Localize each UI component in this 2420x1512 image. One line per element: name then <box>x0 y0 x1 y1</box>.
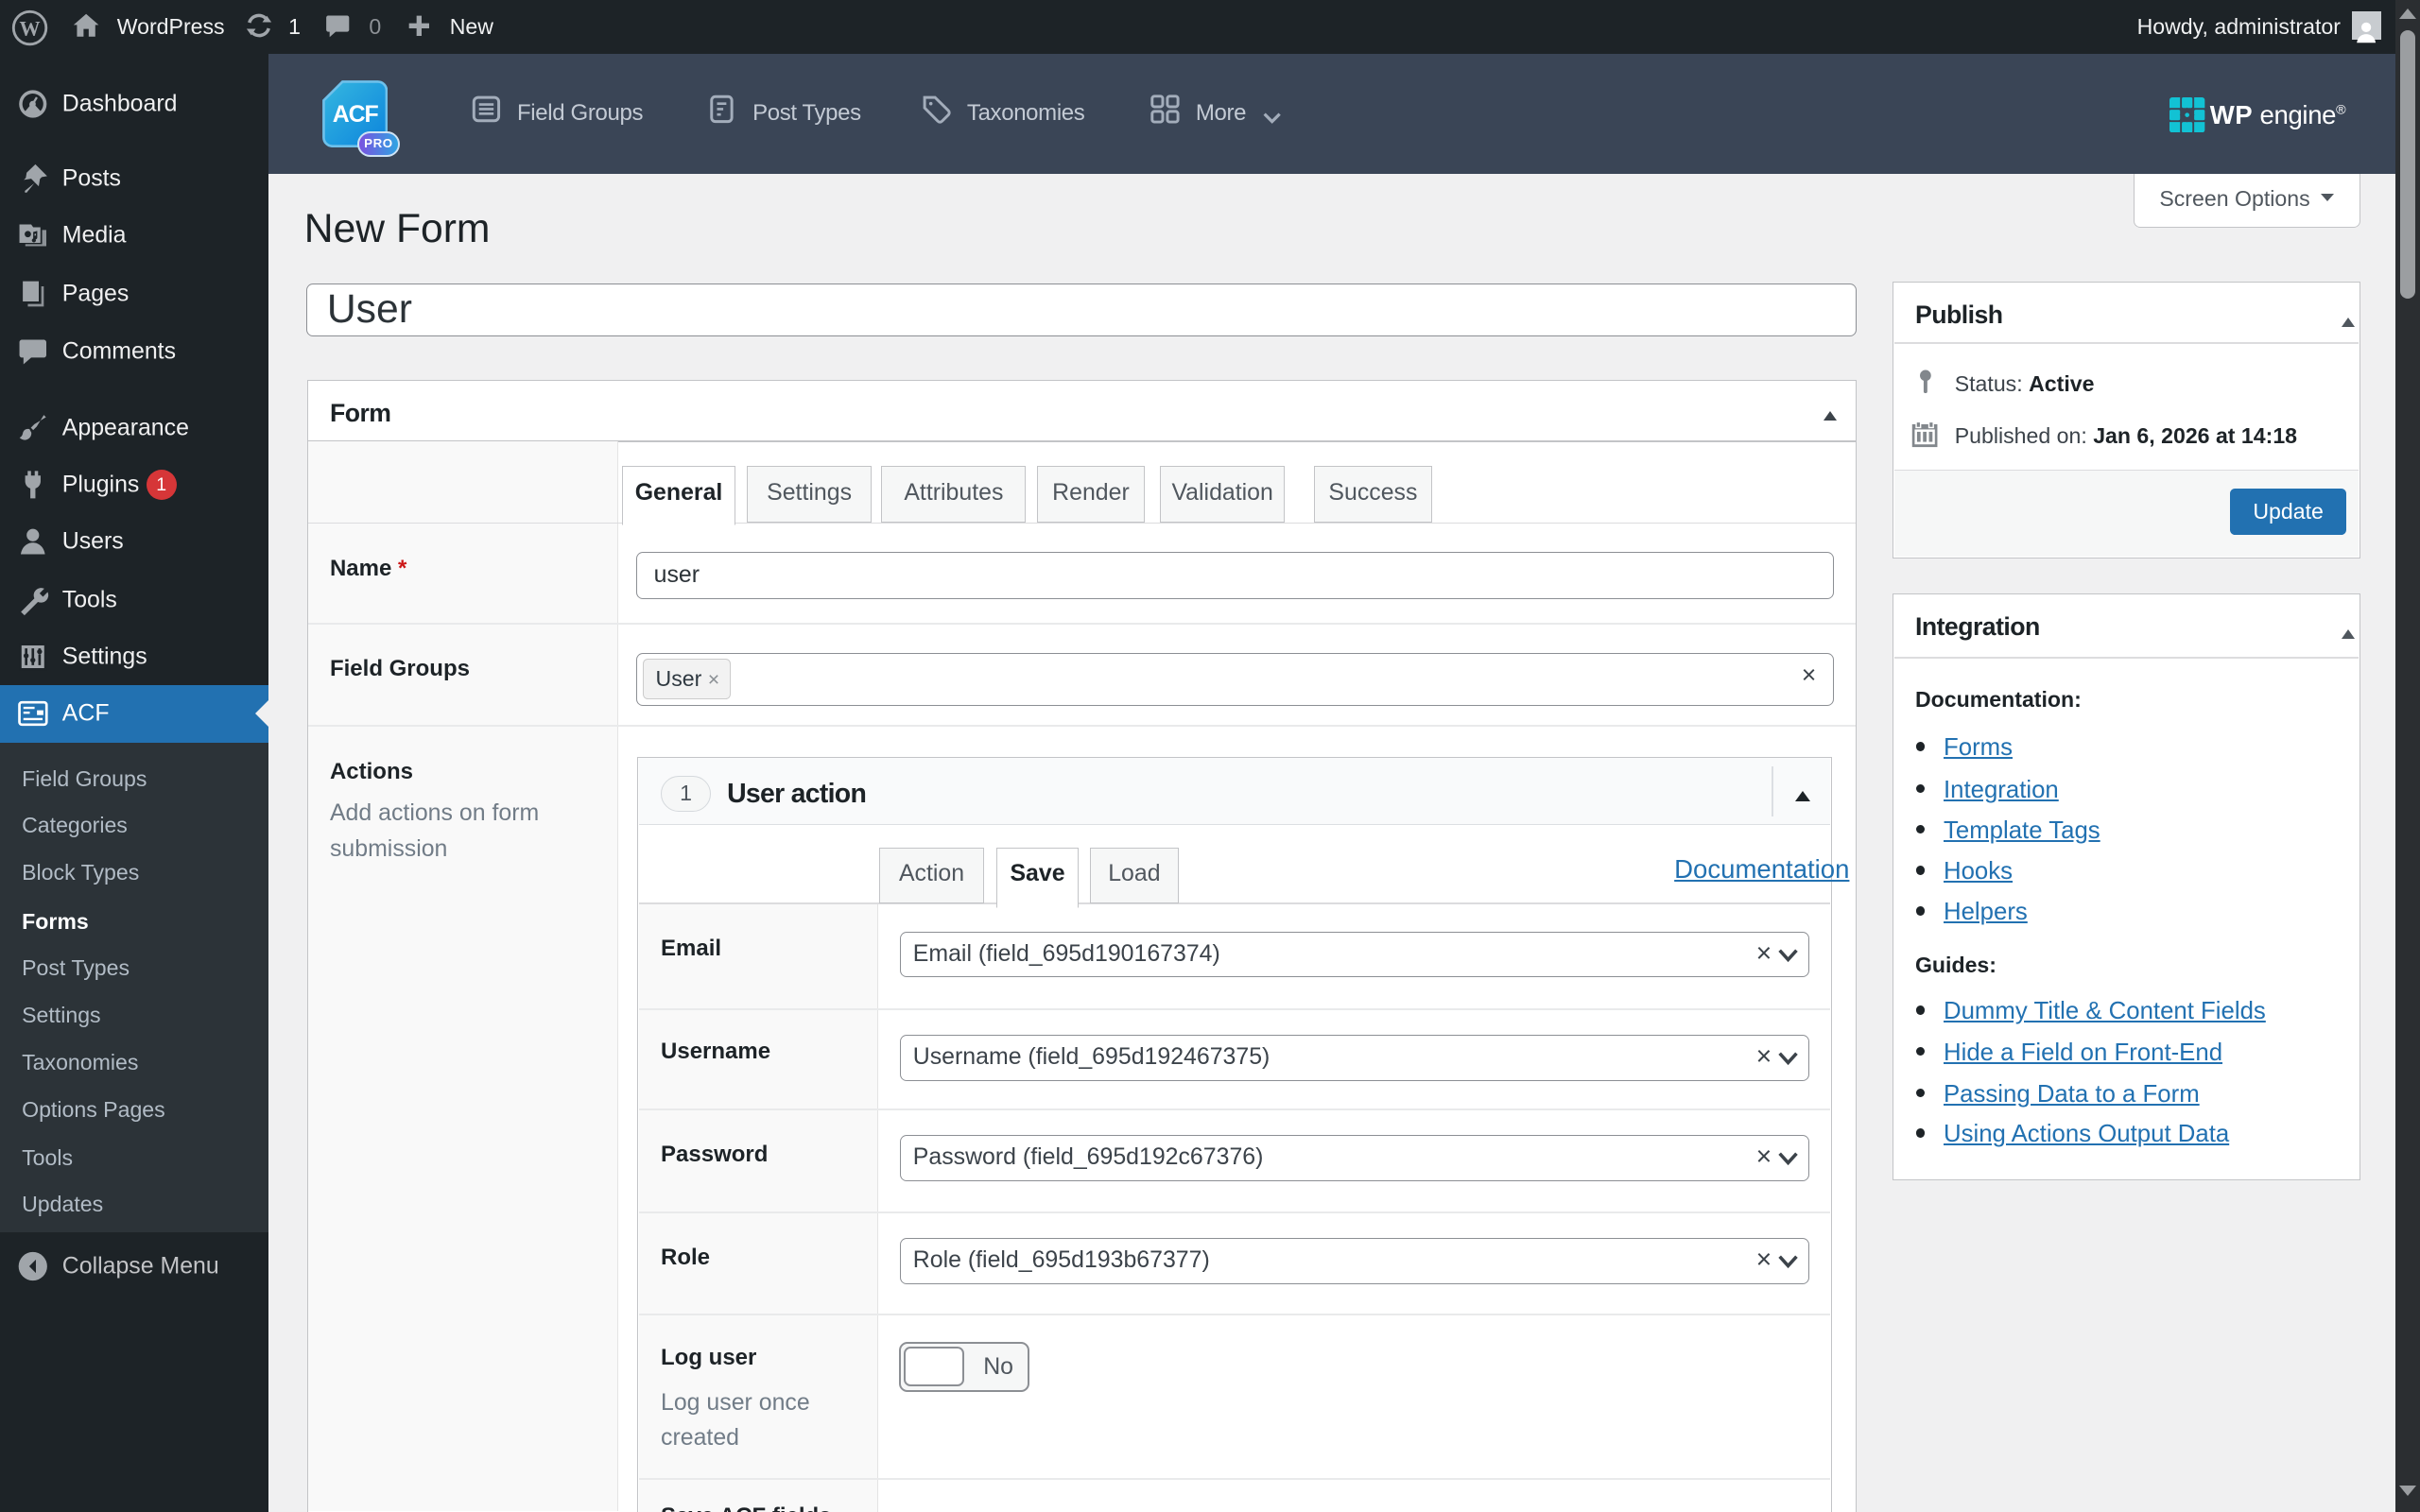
svg-text:ACF: ACF <box>333 101 379 128</box>
svg-text:W: W <box>20 16 41 40</box>
